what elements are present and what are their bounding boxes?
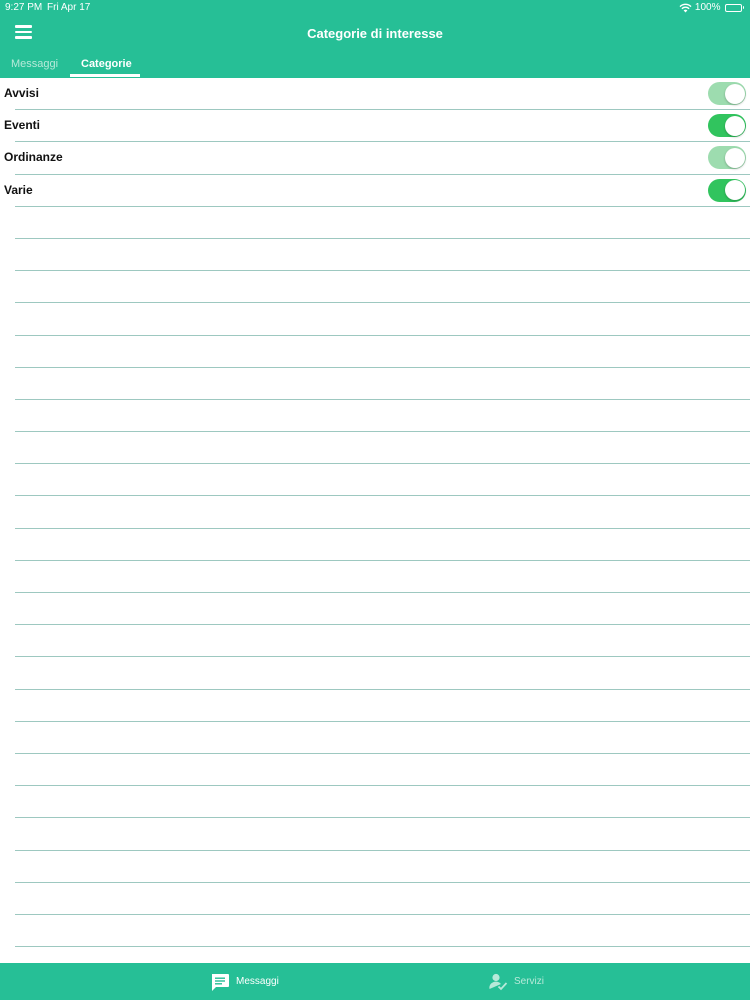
toggle-knob xyxy=(724,115,745,136)
empty-row xyxy=(0,690,750,722)
tabbar-item-servizi[interactable]: Servizi xyxy=(488,963,544,1000)
empty-row xyxy=(0,207,750,239)
empty-row xyxy=(0,883,750,915)
category-label: Avvisi xyxy=(4,86,39,100)
toggle-knob xyxy=(724,147,745,168)
status-bar: 9:27 PM Fri Apr 17 100% xyxy=(0,0,750,16)
battery-percentage: 100% xyxy=(694,2,721,13)
message-icon xyxy=(212,973,229,991)
category-row-eventi: Eventi xyxy=(0,110,750,143)
category-label: Ordinanze xyxy=(4,150,63,165)
page-title: Categorie di interesse xyxy=(307,26,443,41)
empty-row xyxy=(0,625,750,658)
status-time: 9:27 PM xyxy=(5,2,43,13)
toggle-avvisi[interactable] xyxy=(708,82,746,105)
toggle-eventi[interactable] xyxy=(708,114,746,138)
empty-row xyxy=(0,368,750,400)
category-label: Eventi xyxy=(4,118,41,133)
toggle-knob xyxy=(724,180,745,201)
category-row-ordinanze: Ordinanze xyxy=(0,142,750,175)
empty-row xyxy=(0,818,750,851)
toggle-ordinanze[interactable] xyxy=(708,146,746,170)
empty-row xyxy=(0,915,750,948)
empty-row xyxy=(0,400,750,433)
tabbar-item-messaggi[interactable]: Messaggi xyxy=(210,963,279,1000)
empty-row xyxy=(0,239,750,272)
empty-row xyxy=(0,754,750,787)
empty-row xyxy=(0,657,750,690)
category-list: Avvisi Eventi Ordinanze Varie xyxy=(0,78,750,980)
bottom-tab-bar: Messaggi Servizi xyxy=(0,963,750,1000)
empty-row xyxy=(0,432,750,465)
empty-row xyxy=(0,496,750,529)
empty-row xyxy=(0,786,750,819)
empty-row xyxy=(0,336,750,368)
tab-categorie[interactable]: Categorie xyxy=(81,58,132,70)
category-label: Varie xyxy=(4,182,33,197)
category-row-avvisi: Avvisi xyxy=(0,78,750,111)
tabbar-label: Servizi xyxy=(514,976,545,987)
empty-row xyxy=(0,593,750,626)
active-tab-indicator xyxy=(70,74,140,77)
status-indicators: 100% xyxy=(679,2,744,13)
user-check-icon xyxy=(489,973,508,990)
toggle-varie[interactable] xyxy=(708,178,746,202)
app-header: 9:27 PM Fri Apr 17 100% Categorie di int… xyxy=(0,0,750,78)
tab-messaggi[interactable]: Messaggi xyxy=(11,58,58,70)
empty-row xyxy=(0,303,750,336)
status-date: Fri Apr 17 xyxy=(47,2,91,13)
battery-icon xyxy=(724,3,744,12)
tabbar-label: Messaggi xyxy=(236,976,279,987)
empty-row xyxy=(0,851,750,883)
empty-row xyxy=(0,271,750,304)
wifi-icon xyxy=(679,3,692,12)
empty-row xyxy=(0,722,750,754)
category-row-varie: Varie xyxy=(0,175,750,207)
empty-row xyxy=(0,464,750,497)
empty-row xyxy=(0,529,750,561)
toggle-knob xyxy=(724,83,745,104)
empty-row xyxy=(0,561,750,593)
